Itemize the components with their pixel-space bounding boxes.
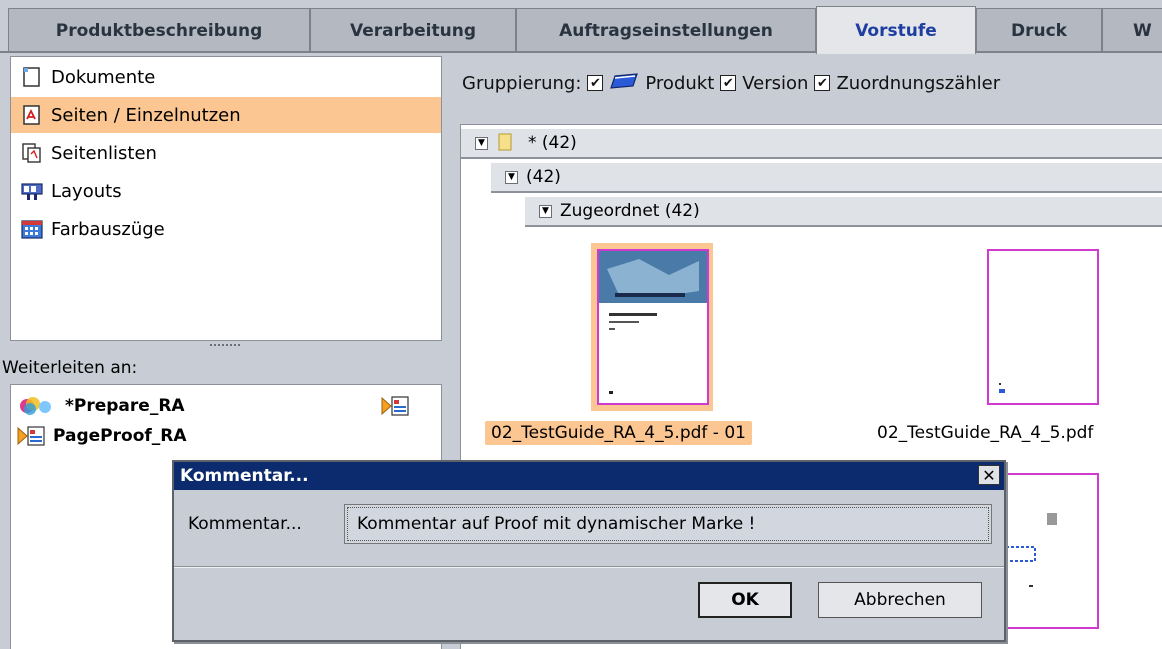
tab-label: W [1133,20,1152,41]
close-icon[interactable]: ✕ [978,465,1000,485]
tab-divider [0,51,1162,53]
pdf-page-icon [21,104,43,126]
collapse-toggle[interactable]: ▼ [539,204,552,218]
tree-row-label: * (42) [528,133,577,153]
page-preview-image [999,383,1005,393]
tree-row-root[interactable]: ▼ * (42) [461,129,1162,159]
page-label[interactable]: 02_TestGuide_RA_4_5.pdf [871,421,1099,445]
nav-item-label: Layouts [51,180,122,202]
dialog-separator [174,566,1004,568]
version-checkbox[interactable]: ✔ [720,75,737,91]
tab-label: Vorstufe [855,20,937,41]
comment-field-label: Kommentar... [188,514,302,534]
produkt-checkbox[interactable]: ✔ [587,75,604,91]
tab-label: Verarbeitung [349,20,477,41]
page-thumbnail[interactable] [987,249,1099,405]
tree-row-zugeordnet[interactable]: ▼ Zugeordnet (42) [525,197,1162,227]
produkt-label: Produkt [645,72,715,94]
forward-item-prepare[interactable]: *Prepare_RA [17,393,185,419]
splitter-grip [210,344,240,346]
page-label-selected[interactable]: 02_TestGuide_RA_4_5.pdf - 01 [485,421,752,445]
nav-item-label: Farbauszüge [51,218,165,240]
tab-vorstufe[interactable]: Vorstufe [816,6,976,54]
page-preview-image [599,251,707,394]
nav-panel: Dokumente Seiten / Einzelnutzen Seitenli… [10,56,442,341]
grouping-bar: Gruppierung: ✔ Produkt ✔ Version ✔ Zuord… [462,72,1000,94]
comment-dialog: Kommentar... ✕ Kommentar... Kommentar au… [172,460,1006,642]
nav-item-farbauszuege[interactable]: Farbauszüge [11,211,441,247]
zuordnungszaehler-checkbox[interactable]: ✔ [814,75,831,91]
nav-item-label: Seitenlisten [51,142,157,164]
nav-item-layouts[interactable]: Layouts [11,173,441,209]
tab-produktbeschreibung[interactable]: Produktbeschreibung [8,8,310,52]
tree-row-label: (42) [526,167,561,187]
version-label: Version [742,72,809,94]
pageproof-icon [381,395,411,417]
tree-row-version[interactable]: ▼ (42) [491,163,1162,193]
tab-auftragseinstellungen[interactable]: Auftragseinstellungen [516,8,816,52]
comment-input[interactable]: Kommentar auf Proof mit dynamischer Mark… [344,504,992,544]
tab-druck[interactable]: Druck [976,8,1102,52]
pageproof-icon [17,425,47,447]
nav-item-seiten[interactable]: Seiten / Einzelnutzen [11,97,441,133]
cancel-button[interactable]: Abbrechen [818,582,982,618]
folder-icon [496,132,514,154]
color-workflow-icon [17,395,57,417]
forward-label: Weiterleiten an: [2,358,138,378]
tab-label: Produktbeschreibung [55,20,263,41]
product-icon [609,72,641,94]
nav-item-label: Seiten / Einzelnutzen [51,104,241,126]
tab-w[interactable]: W [1102,8,1162,52]
tab-verarbeitung[interactable]: Verarbeitung [310,8,516,52]
page-thumbnail[interactable] [597,249,709,405]
dialog-title: Kommentar... [180,466,309,486]
collapse-toggle[interactable]: ▼ [505,170,518,184]
ok-button[interactable]: OK [698,582,792,618]
tab-label: Druck [1011,20,1067,41]
zuordnungszaehler-label: Zuordnungszähler [836,72,1001,94]
nav-item-seitenlisten[interactable]: Seitenlisten [11,135,441,171]
collapse-toggle[interactable]: ▼ [475,136,488,150]
dialog-title-bar[interactable]: Kommentar... ✕ [174,462,1004,490]
nav-item-label: Dokumente [51,66,156,88]
layout-icon [21,180,43,202]
forward-item-label: PageProof_RA [53,426,187,446]
panel-splitter[interactable] [10,341,442,355]
nav-item-dokumente[interactable]: Dokumente [11,59,441,95]
tab-bar: Produktbeschreibung Verarbeitung Auftrag… [0,0,1162,54]
tab-label: Auftragseinstellungen [559,20,773,41]
color-separation-icon [21,218,43,240]
comment-input-value: Kommentar auf Proof mit dynamischer Mark… [357,514,756,534]
forward-item-label: *Prepare_RA [65,396,185,416]
forward-item-pageproof[interactable]: PageProof_RA [17,423,187,449]
document-icon [21,66,43,88]
grouping-label: Gruppierung: [462,72,582,94]
page-list-icon [21,142,43,164]
tree-row-label: Zugeordnet (42) [560,201,700,221]
